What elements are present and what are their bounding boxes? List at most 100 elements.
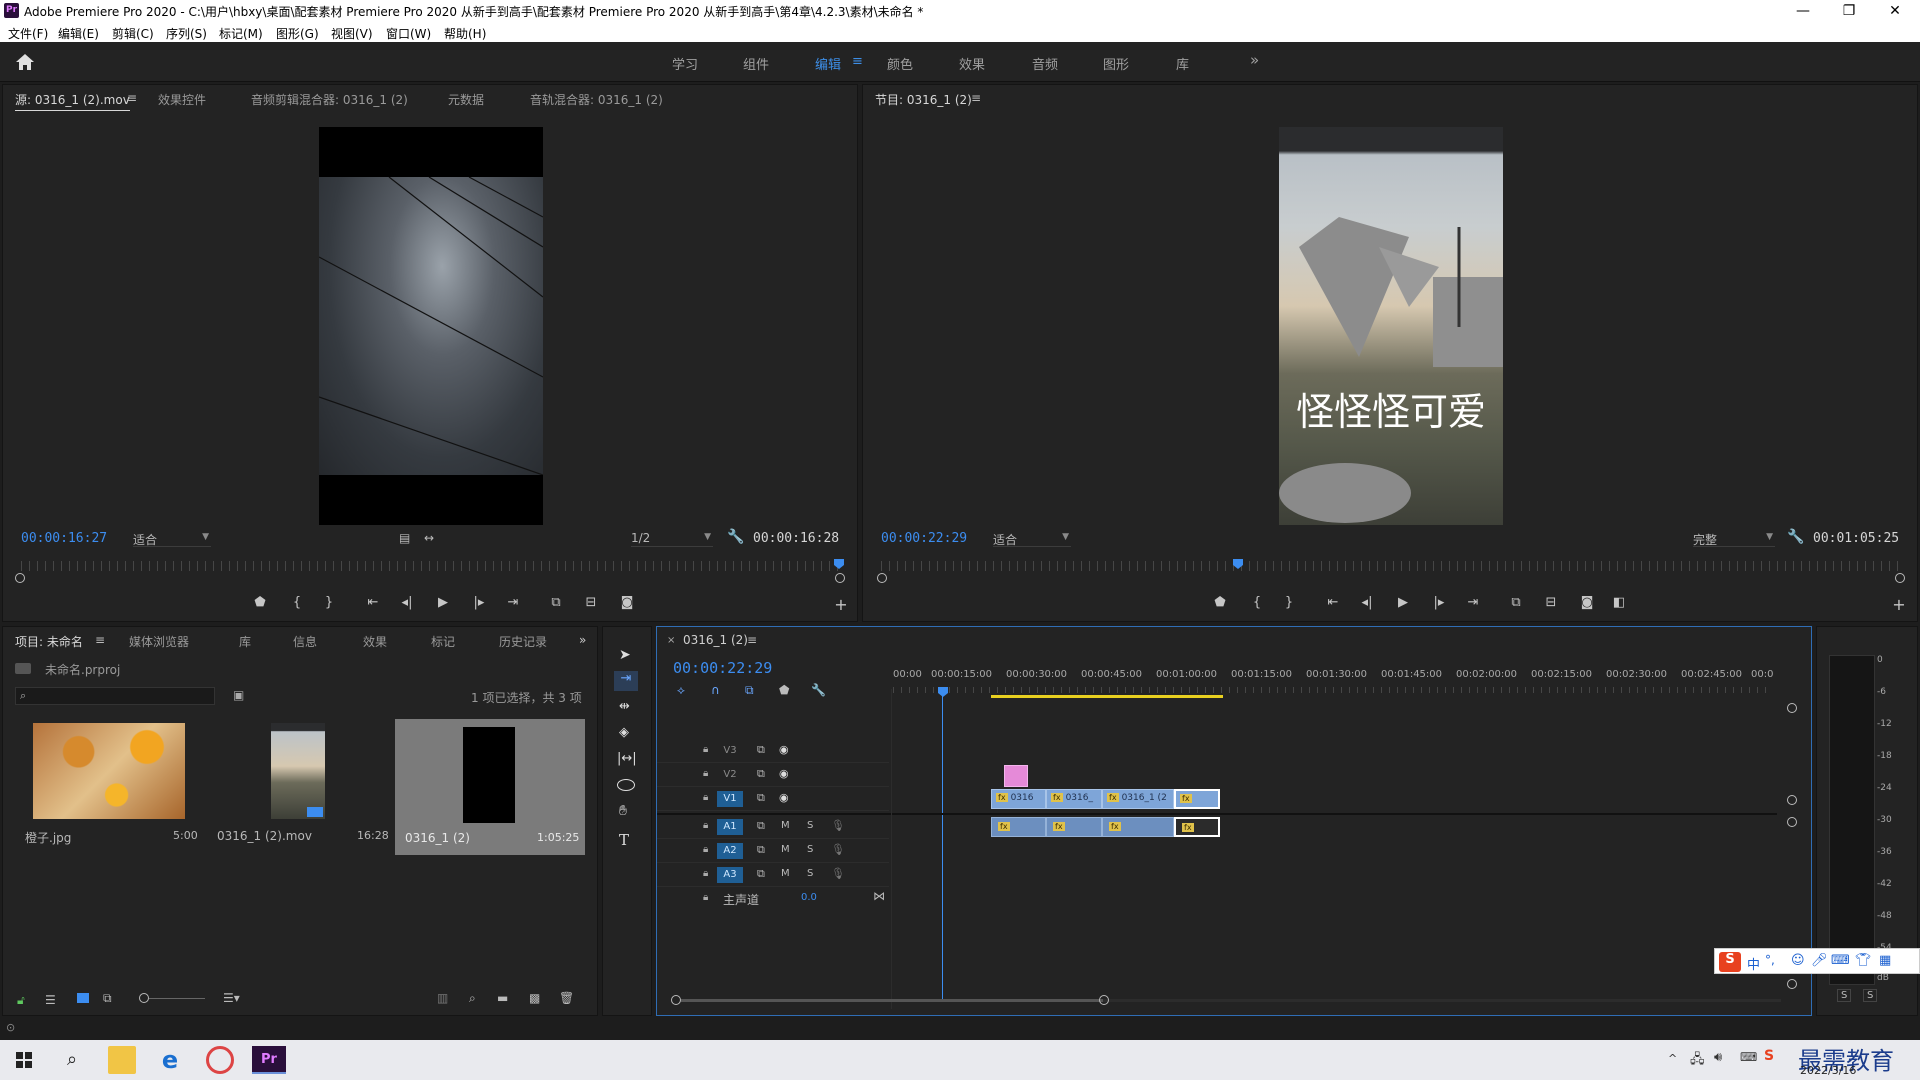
wrench-icon[interactable]: 🔧	[727, 529, 744, 545]
mute-button[interactable]: M	[781, 868, 790, 879]
menu-view[interactable]: 视图(V)	[331, 25, 373, 42]
timeline-hscroll-start-handle[interactable]	[671, 995, 681, 1005]
go-to-in-icon[interactable]: ⇤	[1323, 595, 1343, 610]
timeline-playhead-line[interactable]	[942, 695, 943, 1001]
selection-tool-icon[interactable]: ➤	[619, 647, 631, 663]
menu-edit[interactable]: 编辑(E)	[58, 25, 99, 42]
tab-audio-track-mixer[interactable]: 音轨混合器: 0316_1 (2)	[530, 91, 663, 108]
program-time-ruler[interactable]	[881, 561, 1901, 571]
microphone-icon[interactable]: 🎙︎	[831, 819, 845, 832]
tab-metadata[interactable]: 元数据	[448, 91, 484, 108]
tab-program[interactable]: 节目: 0316_1 (2)	[875, 91, 972, 110]
network-icon[interactable]: 🖧︎	[1690, 1050, 1705, 1072]
emoji-icon[interactable]: ☺	[1791, 953, 1805, 968]
extract-icon[interactable]: ⊟	[1541, 595, 1561, 610]
workspace-audio[interactable]: 音频	[1032, 54, 1058, 73]
home-icon[interactable]	[14, 52, 36, 72]
ime-punctuation[interactable]: °,	[1765, 953, 1775, 967]
program-zoom-start-handle[interactable]	[877, 573, 887, 583]
toolbox-icon[interactable]: ▦	[1879, 953, 1891, 968]
tab-markers[interactable]: 标记	[431, 633, 455, 650]
lock-icon[interactable]: 🔒︎	[703, 868, 708, 879]
program-fit-dropdown[interactable]: 适合 ▼	[993, 531, 1071, 547]
go-to-in-icon[interactable]: ⇤	[363, 595, 383, 610]
zoom-slider-handle[interactable]	[139, 993, 149, 1003]
track-target-v2[interactable]: V2	[717, 767, 743, 783]
mark-out-icon[interactable]: }	[319, 595, 339, 610]
minimize-button[interactable]: —	[1780, 0, 1826, 22]
trash-icon[interactable]: 🗑︎	[559, 991, 574, 1005]
slip-tool-icon[interactable]: |↔|	[617, 751, 637, 766]
edge-browser-icon[interactable]: e	[156, 1046, 184, 1074]
search-icon[interactable]: ⌕	[58, 1046, 86, 1074]
snap-icon[interactable]: ∩	[711, 683, 720, 697]
add-marker-icon[interactable]: ⬟	[250, 595, 270, 610]
track-target-a3[interactable]: A3	[717, 867, 743, 883]
project-search-input[interactable]: ⌕	[15, 687, 215, 705]
close-button[interactable]: ✕	[1872, 0, 1918, 22]
lock-icon[interactable]: 🔒︎	[703, 768, 708, 779]
add-marker-icon[interactable]: ⬟	[1210, 595, 1230, 610]
camera-icon[interactable]: ◙	[1577, 595, 1597, 610]
source-zoom-start-handle[interactable]	[15, 573, 25, 583]
track-select-tool-icon[interactable]: ⇥	[614, 671, 638, 691]
more-tabs-icon[interactable]: »	[579, 633, 586, 647]
program-current-timecode[interactable]: 00:00:22:29	[881, 531, 967, 546]
step-back-icon[interactable]: ◂|	[397, 595, 417, 610]
lift-icon[interactable]: ⧉	[1506, 595, 1526, 610]
step-back-icon[interactable]: ◂|	[1357, 595, 1377, 610]
track-target-v1[interactable]: V1	[717, 791, 743, 807]
lock-icon[interactable]: 🔓︎	[17, 993, 25, 1008]
track-target-v3[interactable]: V3	[717, 743, 743, 759]
find-icon[interactable]: ⌕	[469, 991, 476, 1006]
tab-history[interactable]: 历史记录	[499, 633, 547, 650]
project-item-oranges[interactable]: 橙子.jpg 5:00	[15, 719, 201, 855]
automate-to-sequence-icon[interactable]: ▥	[437, 991, 448, 1005]
program-quality-dropdown[interactable]: 完整 ▼	[1693, 531, 1775, 547]
menu-marker[interactable]: 标记(M)	[219, 25, 263, 42]
menu-window[interactable]: 窗口(W)	[386, 25, 431, 42]
microphone-icon[interactable]: 🎙︎	[831, 867, 845, 880]
freeform-view-icon[interactable]: ⧉	[103, 991, 112, 1006]
sort-icon[interactable]: ☰▾	[223, 991, 240, 1005]
meter-solo-right[interactable]: S	[1863, 989, 1878, 1002]
windows-start-icon[interactable]	[10, 1046, 38, 1074]
premiere-taskbar-icon[interactable]: Pr	[252, 1046, 286, 1074]
lock-icon[interactable]: 🔒︎	[703, 744, 708, 755]
tab-audio-clip-mixer[interactable]: 音频剪辑混合器: 0316_1 (2)	[251, 91, 408, 108]
new-bin-from-search-icon[interactable]: ▣	[233, 688, 244, 702]
lock-icon[interactable]: 🔒︎	[703, 820, 708, 831]
icon-view-icon[interactable]	[77, 993, 89, 1003]
timeline-hscroll-end-handle[interactable]	[1099, 995, 1109, 1005]
add-button-icon[interactable]: +	[1889, 595, 1909, 614]
work-area-bar[interactable]	[991, 695, 1223, 698]
mute-button[interactable]: M	[781, 820, 790, 831]
new-bin-icon[interactable]: ▬	[497, 991, 508, 1005]
play-icon[interactable]: ▶	[1393, 595, 1413, 610]
video-scroll-handle-bottom[interactable]	[1787, 795, 1797, 805]
tab-source[interactable]: 源: 0316_1 (2).mov	[15, 91, 130, 111]
timeline-playhead-head[interactable]	[938, 687, 948, 697]
eye-icon[interactable]: ◉	[779, 791, 789, 804]
menu-sequence[interactable]: 序列(S)	[166, 25, 207, 42]
a1-clip-4-selected[interactable]: fx	[1174, 817, 1220, 837]
workspace-effects[interactable]: 效果	[959, 54, 985, 73]
add-button-icon[interactable]: +	[831, 595, 851, 614]
mark-in-icon[interactable]: {	[1247, 595, 1267, 610]
hand-tool-icon[interactable]: ✋︎	[619, 803, 627, 819]
workspace-learn[interactable]: 学习	[672, 54, 698, 73]
ime-mode-chinese[interactable]: 中	[1747, 954, 1760, 973]
source-resolution-dropdown[interactable]: 1/2 ▼	[631, 531, 713, 547]
razor-tool-icon[interactable]: ◈	[619, 725, 629, 740]
overwrite-icon[interactable]: ⊟	[581, 595, 601, 610]
wrench-icon[interactable]: 🔧	[1787, 529, 1804, 545]
workspace-menu-icon[interactable]: ≡	[852, 54, 863, 69]
menu-help[interactable]: 帮助(H)	[444, 25, 486, 42]
track-target-a1[interactable]: A1	[717, 819, 743, 835]
solo-button[interactable]: S	[807, 868, 813, 879]
eye-icon[interactable]: ◉	[779, 767, 789, 780]
settings-icon[interactable]: ▤	[399, 531, 410, 545]
video-scroll-handle-top[interactable]	[1787, 703, 1797, 713]
keyboard-icon[interactable]: ⌨	[1831, 953, 1850, 968]
ellipse-tool-icon[interactable]	[617, 779, 635, 791]
